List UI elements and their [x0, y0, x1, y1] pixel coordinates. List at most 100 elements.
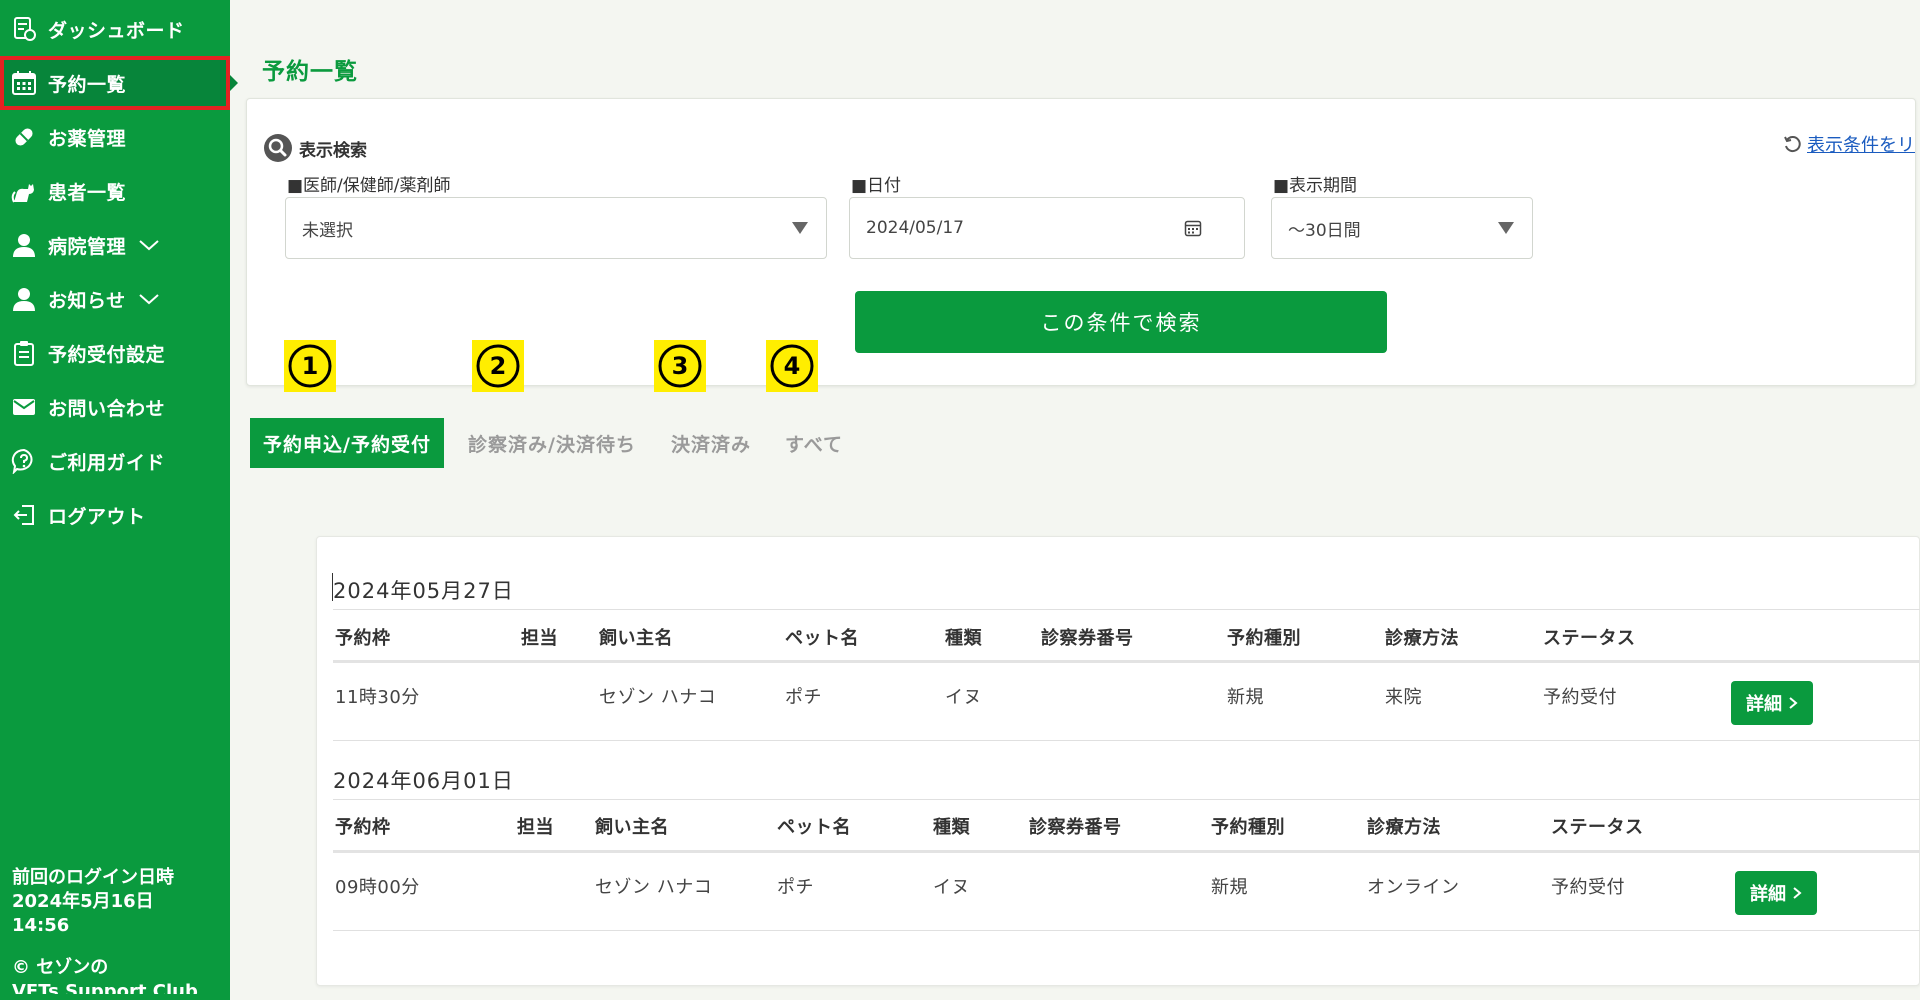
sidebar-item-label: 患者一覧: [48, 181, 127, 204]
tab-all[interactable]: すべて: [782, 418, 846, 468]
col-header-slot: 予約枠: [335, 817, 391, 838]
cat-icon: [10, 177, 38, 205]
sidebar-item-label: ログアウト: [48, 505, 146, 528]
period-select[interactable]: ～30日間: [1271, 197, 1533, 259]
col-header-method: 診療方法: [1385, 628, 1459, 649]
detail-button-label: 詳細: [1746, 694, 1782, 715]
copyright-line-2: VETs Support Club: [12, 981, 198, 994]
dropdown-arrow-icon: [792, 222, 808, 234]
col-header-pet: ペット名: [785, 628, 859, 649]
doctor-select[interactable]: 未選択: [285, 197, 827, 259]
detail-button[interactable]: 詳細: [1735, 871, 1817, 915]
dropdown-arrow-icon: [1498, 222, 1514, 234]
col-header-status: ステータス: [1551, 817, 1644, 838]
last-login-label: 前回のログイン日時: [12, 867, 174, 888]
cell-method: オンライン: [1367, 877, 1460, 898]
sidebar: ダッシュボード 予約一覧 お薬管理 患者一覧 病院管理 お知らせ 予約受付設定 …: [0, 0, 230, 1000]
cell-type: 新規: [1211, 877, 1248, 898]
divider: [333, 799, 1920, 800]
tab-number-1: 1: [302, 352, 319, 380]
sidebar-item-label: ダッシュボード: [48, 19, 185, 42]
tab-number-4: 4: [784, 352, 801, 380]
mail-icon: [10, 393, 38, 421]
sidebar-item-logout[interactable]: ログアウト: [0, 488, 230, 542]
sidebar-item-label: ご利用ガイド: [48, 451, 166, 474]
cell-slot: 11時30分: [335, 687, 420, 708]
col-header-staff: 担当: [517, 817, 554, 838]
sidebar-item-medicine[interactable]: お薬管理: [0, 110, 230, 164]
cell-status: 予約受付: [1543, 687, 1617, 708]
chevron-right-icon: [1788, 696, 1798, 710]
calendar-icon[interactable]: [1184, 219, 1202, 237]
cell-type: 新規: [1227, 687, 1264, 708]
sidebar-item-label: 予約受付設定: [48, 343, 166, 366]
cell-owner: セゾン ハナコ: [599, 687, 717, 708]
cell-method: 来院: [1385, 687, 1422, 708]
divider: [333, 660, 1920, 663]
last-login-time: 14:56: [12, 915, 70, 936]
tab-paid[interactable]: 決済済み: [670, 418, 752, 468]
dashboard-icon: [10, 15, 38, 43]
date-field-label: ■日付: [851, 176, 902, 196]
calendar-icon: [10, 69, 38, 97]
date-input[interactable]: 2024/05/17: [849, 197, 1245, 259]
col-header-card-no: 診察券番号: [1029, 817, 1122, 838]
search-heading: 表示検索: [263, 133, 367, 163]
sidebar-item-patients[interactable]: 患者一覧: [0, 164, 230, 218]
cell-pet: ポチ: [785, 687, 822, 708]
sidebar-item-label: お問い合わせ: [48, 397, 166, 420]
cell-status: 予約受付: [1551, 877, 1625, 898]
sidebar-item-label: お薬管理: [48, 127, 127, 150]
sidebar-item-contact[interactable]: お問い合わせ: [0, 380, 230, 434]
sidebar-item-hospital[interactable]: 病院管理: [0, 218, 230, 272]
doctor-select-value: 未選択: [302, 220, 353, 241]
sidebar-item-guide[interactable]: ご利用ガイド: [0, 434, 230, 488]
sidebar-item-reservations[interactable]: 予約一覧: [0, 56, 230, 110]
person-icon: [10, 231, 38, 259]
tab-number-badge-3: 3: [654, 340, 706, 392]
doctor-field-label: ■医師/保健師/薬剤師: [287, 176, 451, 196]
pill-icon: [10, 123, 38, 151]
col-header-owner: 飼い主名: [595, 817, 669, 838]
sidebar-item-dashboard[interactable]: ダッシュボード: [0, 2, 230, 56]
cell-species: イヌ: [945, 687, 982, 708]
col-header-species: 種類: [933, 817, 970, 838]
chevron-down-icon: [138, 292, 160, 306]
tab-number-badge-2: 2: [472, 340, 524, 392]
col-header-type: 予約種別: [1227, 628, 1301, 649]
cell-owner: セゾン ハナコ: [595, 877, 713, 898]
sidebar-item-label: 予約一覧: [48, 73, 127, 96]
divider: [333, 850, 1920, 853]
detail-button[interactable]: 詳細: [1731, 681, 1813, 725]
page-title: 予約一覧: [262, 59, 358, 85]
search-submit-button[interactable]: この条件で検索: [855, 291, 1387, 353]
sidebar-item-booking-settings[interactable]: 予約受付設定: [0, 326, 230, 380]
copyright-line-1: © セゾンの: [12, 957, 109, 978]
date-group-heading: 2024年06月01日: [333, 769, 514, 793]
tab-applied-accepted[interactable]: 予約申込/予約受付: [250, 418, 444, 468]
person-icon: [10, 285, 38, 313]
cell-slot: 09時00分: [335, 877, 420, 898]
tab-examined-awaiting-payment[interactable]: 診察済み/決済待ち: [464, 418, 640, 468]
last-login-date: 2024年5月16日: [12, 891, 154, 912]
copyright: © セゾンの VETs Support Club: [12, 956, 222, 994]
reset-conditions-link[interactable]: 表示条件をリ: [1783, 131, 1915, 157]
sidebar-item-news[interactable]: お知らせ: [0, 272, 230, 326]
divider: [333, 609, 1920, 610]
col-header-staff: 担当: [521, 628, 558, 649]
col-header-species: 種類: [945, 628, 982, 649]
col-header-slot: 予約枠: [335, 628, 391, 649]
chevron-down-icon: [138, 238, 160, 252]
chevron-right-icon: [1792, 886, 1802, 900]
last-login-info: 前回のログイン日時 2024年5月16日 14:56: [12, 866, 222, 938]
tab-number-badge-4: 4: [766, 340, 818, 392]
divider: [333, 930, 1920, 931]
logout-icon: [10, 501, 38, 529]
detail-button-label: 詳細: [1750, 884, 1786, 905]
tab-number-badge-1: 1: [284, 340, 336, 392]
col-header-card-no: 診察券番号: [1041, 628, 1134, 649]
help-bubble-icon: [10, 447, 38, 475]
sidebar-item-label: 病院管理: [48, 235, 127, 258]
period-field-label: ■表示期間: [1273, 176, 1358, 196]
divider: [333, 740, 1920, 741]
